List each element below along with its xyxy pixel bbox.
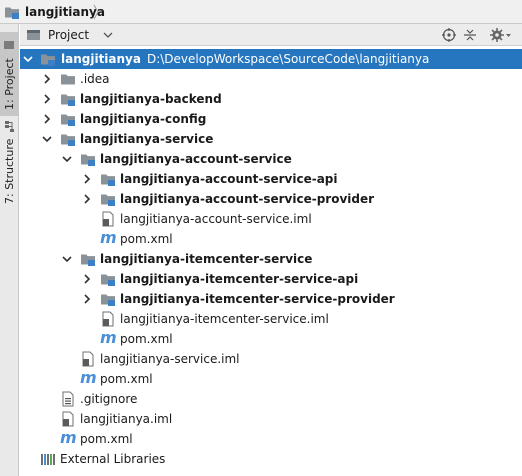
iml-file-icon [100,311,116,327]
tree-item-idea[interactable]: .idea [20,69,522,89]
collapsed-arrow-icon [44,94,51,104]
view-selector-label: Project [48,28,90,42]
tree-item-service-iml[interactable]: langjitianya-service.iml [20,349,522,369]
module-folder-icon [100,171,116,187]
tree-item-config[interactable]: langjitianya-config [20,109,522,129]
expanded-arrow-icon [62,156,72,163]
tree-item-label: langjitianya-backend [80,92,222,106]
module-folder-icon [80,251,96,267]
tree-item-label: langjitianya-itemcenter-service-api [120,272,359,286]
tree-item-label: pom.xml [80,432,133,446]
breadcrumb-item-langjitianya[interactable]: langjitianya [4,3,105,21]
collapsed-arrow-icon [84,194,91,204]
tree-item-label: pom.xml [100,372,153,386]
tree-item-itemcenter-provider[interactable]: langjitianya-itemcenter-service-provider [20,289,522,309]
structure-icon [5,120,15,132]
tree-item-label: .gitignore [80,392,138,406]
project-view-icon [27,30,40,40]
tree-item-root-pom[interactable]: m pom.xml [20,429,522,449]
tree-item-label: langjitianya-account-service [100,152,292,166]
maven-icon: m [100,228,117,247]
root-name: langjitianya [61,52,141,66]
expanded-arrow-icon [23,56,33,63]
tree-item-label: langjitianya-itemcenter-service-provider [120,292,395,306]
collapsed-arrow-icon [84,274,91,284]
folder-icon [4,41,15,50]
tree-item-root[interactable]: langjitianya D:\DevelopWorkspace\SourceCo… [20,49,522,69]
tree-item-label: pom.xml [120,232,173,246]
collapsed-arrow-icon [84,294,91,304]
gear-icon [490,28,511,42]
tree-item-account-service[interactable]: langjitianya-account-service [20,149,522,169]
module-folder-icon [80,151,96,167]
expanded-arrow-icon [42,136,52,143]
tree-item-label: langjitianya-account-service-api [120,172,338,186]
tree-item-account-pom[interactable]: m pom.xml [20,229,522,249]
project-tool-tab[interactable]: 1: Project [0,32,19,116]
maven-icon: m [100,328,117,347]
scroll-from-source-button[interactable] [442,28,456,42]
navigation-bar: langjitianya [0,0,522,24]
module-folder-icon [100,271,116,287]
folder-icon [60,71,76,87]
tree-item-account-api[interactable]: langjitianya-account-service-api [20,169,522,189]
tree-item-label: External Libraries [60,452,166,466]
iml-file-icon [100,211,116,227]
module-folder-icon [4,4,20,20]
tree-item-service-pom[interactable]: m pom.xml [20,369,522,389]
tree-item-root-iml[interactable]: langjitianya.iml [20,409,522,429]
expanded-arrow-icon [62,256,72,263]
project-tree: langjitianya D:\DevelopWorkspace\SourceCo… [20,46,522,476]
tree-item-gitignore[interactable]: .gitignore [20,389,522,409]
tree-item-label: langjitianya-itemcenter-service.iml [120,312,329,326]
collapsed-arrow-icon [84,174,91,184]
tree-item-itemcenter-iml[interactable]: langjitianya-itemcenter-service.iml [20,309,522,329]
text-file-icon [60,391,76,407]
view-selector[interactable]: Project [26,27,113,43]
target-icon [442,28,456,42]
tree-item-label: langjitianya.iml [80,412,173,426]
module-folder-icon [60,131,76,147]
tree-item-label: langjitianya-service [80,132,214,146]
collapse-all-icon [464,29,476,41]
tree-item-account-provider[interactable]: langjitianya-account-service-provider [20,189,522,209]
tree-item-label: langjitianya-account-service.iml [120,212,312,226]
tree-item-service[interactable]: langjitianya-service [20,129,522,149]
maven-icon: m [80,368,97,387]
tree-item-external-libraries[interactable]: External Libraries [20,449,522,469]
iml-file-icon [60,411,76,427]
breadcrumb-separator-icon [93,4,99,20]
iml-file-icon [80,351,96,367]
module-folder-icon [60,91,76,107]
tree-item-label: .idea [80,72,110,86]
module-folder-icon [40,51,56,67]
settings-button[interactable] [490,28,512,42]
tree-item-label: langjitianya-service.iml [100,352,240,366]
tree-item-itemcenter-service[interactable]: langjitianya-itemcenter-service [20,249,522,269]
module-folder-icon [100,191,116,207]
tree-item-itemcenter-pom[interactable]: m pom.xml [20,329,522,349]
tree-item-label: langjitianya-account-service-provider [120,192,375,206]
root-path: D:\DevelopWorkspace\SourceCode\langjitia… [146,52,430,66]
tree-item-itemcenter-api[interactable]: langjitianya-itemcenter-service-api [20,269,522,289]
tree-item-label: langjitianya D:\DevelopWorkspace\SourceCo… [61,52,429,66]
module-folder-icon [100,291,116,307]
project-panel-header: Project [20,24,522,46]
tree-item-label: langjitianya-config [80,112,207,126]
tree-item-label: pom.xml [120,332,173,346]
structure-tool-tab[interactable]: 7: Structure [0,120,19,208]
module-folder-icon [60,111,76,127]
library-icon [41,454,55,465]
project-tab-label: 1: Project [3,58,16,110]
collapsed-arrow-icon [44,74,51,84]
tree-item-backend[interactable]: langjitianya-backend [20,89,522,109]
tree-item-label: langjitianya-itemcenter-service [100,252,313,266]
tool-window-strip: 1: Project 7: Structure [0,24,19,476]
collapsed-arrow-icon [44,114,51,124]
structure-tab-label: 7: Structure [3,138,16,204]
tree-item-account-iml[interactable]: langjitianya-account-service.iml [20,209,522,229]
maven-icon: m [60,428,77,447]
collapse-all-button[interactable] [463,28,477,42]
chevron-down-icon [103,32,113,38]
